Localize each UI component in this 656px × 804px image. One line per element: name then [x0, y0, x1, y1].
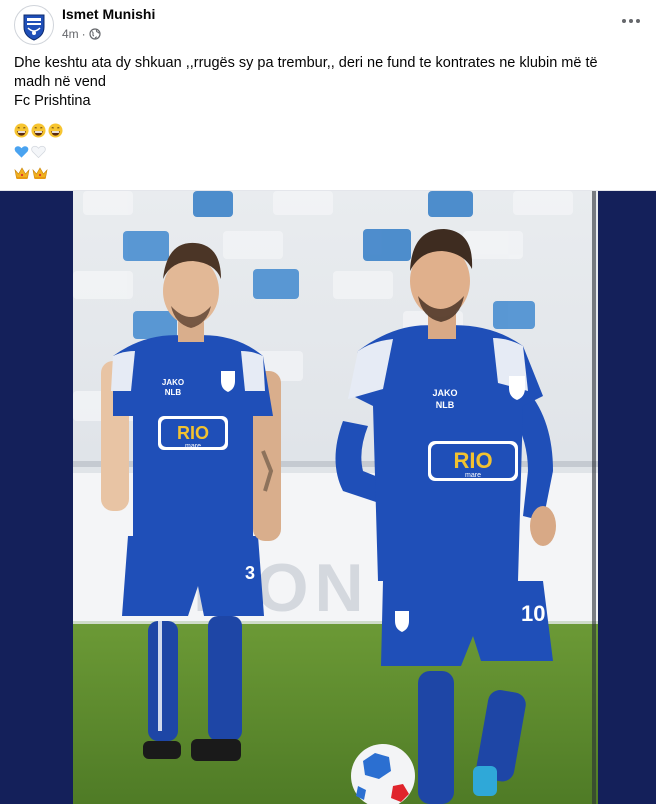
blue-heart-icon	[14, 145, 29, 158]
right-player-number: 10	[521, 601, 545, 626]
grinning-face-icon	[31, 123, 46, 138]
crown-icon	[32, 166, 48, 179]
globe-icon	[89, 28, 101, 40]
author-name[interactable]: Ismet Munishi	[62, 6, 155, 22]
left-sponsor-main: RIO	[177, 423, 209, 443]
meta-separator: ·	[81, 27, 86, 41]
white-heart-icon	[31, 145, 46, 158]
left-sponsor-sub: mare	[185, 443, 201, 450]
emoji-lines	[14, 120, 63, 183]
emoji-row-grins	[14, 120, 63, 141]
grinning-face-icon	[14, 123, 29, 138]
grinning-face-icon	[48, 123, 63, 138]
right-sponsor-mid: NLB	[436, 400, 455, 410]
crown-icon	[14, 166, 30, 179]
club-crest-icon	[16, 7, 52, 43]
left-sponsor-top: JAKO	[162, 378, 184, 387]
author-avatar[interactable]	[14, 5, 54, 45]
right-sponsor-top: JAKO	[432, 388, 457, 398]
post-text-line: madh në vend	[14, 74, 106, 90]
more-options-button[interactable]	[616, 9, 646, 33]
post-photo[interactable]: MON 3 RIO mare JAKO NLB 10 RIO mare JAKO…	[0, 191, 656, 804]
post-text-line: Fc Prishtina	[14, 93, 91, 109]
emoji-row-crowns	[14, 162, 63, 183]
football-players-image: MON 3 RIO mare JAKO NLB 10 RIO mare JAKO…	[73, 191, 598, 804]
photo-content: MON 3 RIO mare JAKO NLB 10 RIO mare JAKO…	[73, 191, 598, 804]
post-header: Ismet Munishi 4m ·	[0, 0, 656, 48]
right-sponsor-main: RIO	[453, 448, 492, 473]
left-sponsor-mid: NLB	[165, 388, 182, 397]
post-time[interactable]: 4m	[62, 27, 79, 41]
right-sponsor-sub: mare	[465, 472, 481, 479]
more-options-icon	[622, 19, 640, 23]
post-text: Dhe keshtu ata dy shkuan ,,rrugës sy pa …	[14, 54, 644, 111]
post-meta: 4m ·	[62, 27, 101, 41]
left-player-number: 3	[245, 563, 255, 583]
emoji-row-hearts	[14, 141, 63, 162]
post-text-line: Dhe keshtu ata dy shkuan ,,rrugës sy pa …	[14, 55, 598, 71]
